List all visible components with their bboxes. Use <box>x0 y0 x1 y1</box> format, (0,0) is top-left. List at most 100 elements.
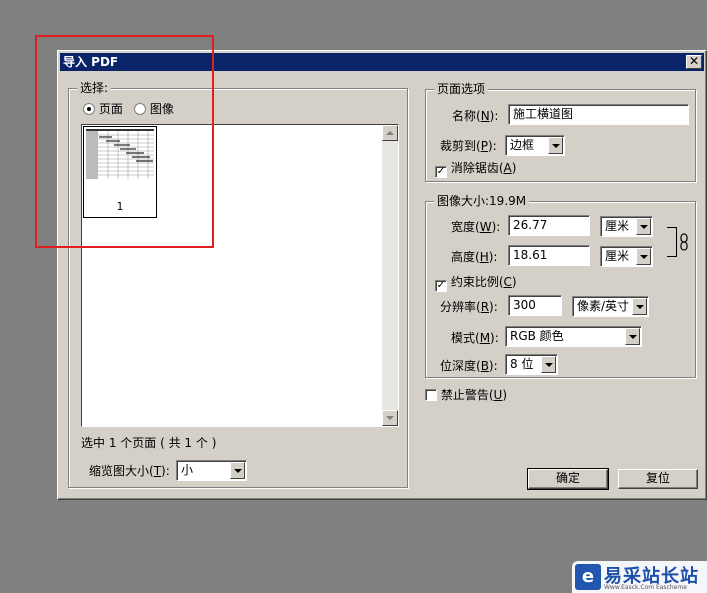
scroll-up-icon[interactable] <box>382 125 398 141</box>
suppress-warnings-checkbox[interactable] <box>425 389 437 401</box>
thumbnail-size-label: 缩览图大小(T): <box>89 464 170 478</box>
suppress-warnings-key: U <box>493 388 503 402</box>
mode-value: RGB 颜色 <box>510 329 564 343</box>
width-unit-select[interactable]: 厘米 <box>600 216 653 237</box>
suppress-warnings-label-text: 禁止警告( <box>440 388 494 402</box>
width-key: W <box>479 220 492 234</box>
width-input[interactable]: 26.77 <box>508 215 590 236</box>
constrain-option[interactable]: ✓ 约束比例(C) <box>435 275 517 292</box>
width-label-text: 宽度( <box>451 220 480 234</box>
constrain-key: C <box>503 275 512 289</box>
selection-status-prefix: 选中 <box>81 436 109 450</box>
resolution-unit-select[interactable]: 像素/英寸 <box>572 296 649 317</box>
resolution-label: 分辨率(R): <box>440 300 498 314</box>
thumbnail-chart-graphic <box>86 129 154 179</box>
selection-group-legend: 选择: <box>77 81 112 95</box>
suppress-warnings-option[interactable]: 禁止警告(U) <box>425 388 507 402</box>
radio-page-label: 页面 <box>98 102 123 116</box>
site-logo-icon: e <box>575 564 601 590</box>
chain-link-icon <box>680 233 688 251</box>
bit-depth-label-text: 位深度( <box>440 359 481 373</box>
antialias-checkbox[interactable]: ✓ <box>435 166 447 178</box>
image-size-group: 图像大小:19.9M 宽度(W): 26.77 厘米 高度(H): 18.61 … <box>425 194 696 378</box>
bit-depth-label: 位深度(B): <box>440 359 498 373</box>
width-value: 26.77 <box>513 218 548 232</box>
bit-depth-value: 8 位 <box>510 357 534 371</box>
antialias-option[interactable]: ✓ 消除锯齿(A) <box>435 161 516 178</box>
crop-key: P <box>480 139 488 153</box>
resolution-input[interactable]: 300 <box>508 295 562 316</box>
page-options-legend: 页面选项 <box>434 82 489 96</box>
import-pdf-dialog: 导入 PDF ✕ 选择: 页面 图像 1 选中 1 个页面 (共 1 个) … <box>57 50 707 500</box>
height-key: H <box>479 250 489 264</box>
close-icon[interactable]: ✕ <box>686 55 702 69</box>
name-input[interactable]: 施工横道图 <box>508 104 689 125</box>
selection-group: 选择: 页面 图像 1 选中 1 个页面 (共 1 个) 缩览图大小(T):… <box>68 81 408 488</box>
resolution-key: R <box>480 300 490 314</box>
selection-status-suffix: 个 ) <box>192 436 217 450</box>
name-label-end: ): <box>489 109 499 123</box>
thumb-size-key: T <box>153 464 162 478</box>
crop-value: 边框 <box>510 138 535 152</box>
radio-image-indicator[interactable] <box>134 103 146 115</box>
radio-page-option[interactable]: 页面 <box>83 102 123 116</box>
selection-status: 选中 1 个页面 ( 共 1 个 ) <box>81 436 216 450</box>
antialias-key: A <box>503 161 512 175</box>
crop-label-text: 裁剪到( <box>440 139 481 153</box>
proportion-link-bracket <box>667 227 677 257</box>
total-count: 1 <box>184 436 193 450</box>
thumbnail-list[interactable]: 1 <box>81 124 399 427</box>
ok-button[interactable]: 确定 <box>527 468 609 490</box>
page-thumbnail[interactable]: 1 <box>83 126 157 218</box>
chevron-down-icon[interactable] <box>548 137 563 154</box>
thumbnail-scrollbar[interactable] <box>382 125 398 426</box>
radio-page-indicator[interactable] <box>83 103 95 115</box>
resolution-unit-value: 像素/英寸 <box>577 299 630 313</box>
constrain-label-end: ) <box>511 275 517 289</box>
chevron-down-icon[interactable] <box>625 328 640 345</box>
constrain-label-text: 约束比例( <box>450 275 504 289</box>
name-value: 施工横道图 <box>513 107 574 121</box>
mode-label-text: 模式( <box>451 331 480 345</box>
width-label-end: ): <box>491 220 501 234</box>
mode-select[interactable]: RGB 颜色 <box>505 326 642 347</box>
scroll-down-icon[interactable] <box>382 410 398 426</box>
width-label: 宽度(W): <box>451 220 500 234</box>
chevron-down-icon[interactable] <box>636 218 651 235</box>
thumb-size-label-text: 缩览图大小( <box>89 464 154 478</box>
constrain-checkbox[interactable]: ✓ <box>435 280 447 292</box>
width-unit-value: 厘米 <box>605 219 630 233</box>
page-thumbnail-preview <box>86 129 154 179</box>
bit-depth-label-end: ): <box>488 359 498 373</box>
height-input[interactable]: 18.61 <box>508 245 590 266</box>
thumb-size-label-end: ): <box>161 464 170 478</box>
mode-key: M <box>479 331 491 345</box>
image-size-legend: 图像大小:19.9M <box>434 194 530 208</box>
thumbnail-size-select[interactable]: 小 <box>176 460 247 481</box>
radio-image-option[interactable]: 图像 <box>134 102 174 116</box>
bit-depth-select[interactable]: 8 位 <box>505 354 558 375</box>
crop-to-select[interactable]: 边框 <box>505 135 565 156</box>
chevron-down-icon[interactable] <box>632 298 647 315</box>
reset-button[interactable]: 复位 <box>618 469 698 489</box>
resolution-label-text: 分辨率( <box>440 300 481 314</box>
dialog-titlebar[interactable]: 导入 PDF ✕ <box>60 53 704 71</box>
mode-label: 模式(M): <box>451 331 499 345</box>
site-watermark-subtitle: Www.Easck.Com Eascheme <box>604 584 687 591</box>
selection-status-mid: 个页面 ( 共 <box>116 436 185 450</box>
height-unit-select[interactable]: 厘米 <box>600 246 653 267</box>
antialias-label-end: ) <box>511 161 517 175</box>
crop-label: 裁剪到(P): <box>440 139 497 153</box>
chevron-down-icon[interactable] <box>541 356 556 373</box>
name-label-text: 名称( <box>452 109 481 123</box>
height-label-text: 高度( <box>451 250 480 264</box>
chevron-down-icon[interactable] <box>636 248 651 265</box>
chevron-down-icon[interactable] <box>230 462 245 479</box>
radio-image-label: 图像 <box>149 102 174 116</box>
mode-label-end: ): <box>490 331 499 345</box>
resolution-value: 300 <box>513 298 536 312</box>
name-label: 名称(N): <box>452 109 498 123</box>
site-watermark: e 易采站长站 Www.Easck.Com Eascheme <box>572 561 707 593</box>
antialias-label-text: 消除锯齿( <box>450 161 504 175</box>
height-label-end: ): <box>488 250 498 264</box>
